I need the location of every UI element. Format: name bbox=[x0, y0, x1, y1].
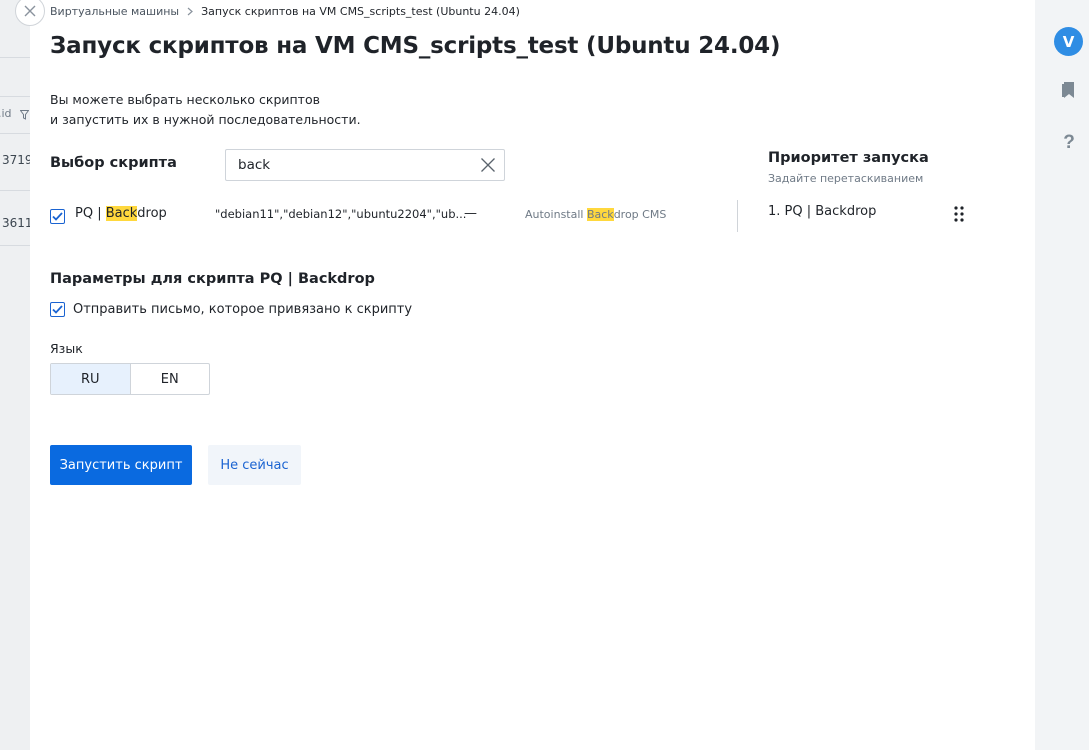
description: Вы можете выбрать несколько скриптов и з… bbox=[50, 90, 361, 130]
script-empty-value: — bbox=[464, 206, 477, 221]
column-header-id: .id bbox=[0, 107, 12, 120]
bookmark-icon[interactable] bbox=[1061, 81, 1077, 99]
divider bbox=[0, 190, 30, 191]
breadcrumb-item-current: Запуск скриптов на VM CMS_scripts_test (… bbox=[201, 5, 520, 18]
table-row: 3611 bbox=[2, 216, 30, 230]
priority-title: Приоритет запуска bbox=[768, 150, 929, 166]
drag-handle-icon[interactable] bbox=[952, 205, 966, 223]
send-email-label: Отправить письмо, которое привязано к ск… bbox=[73, 302, 413, 317]
script-select-label: Выбор скрипта bbox=[50, 155, 177, 171]
divider bbox=[0, 57, 30, 58]
script-search-input[interactable]: back bbox=[225, 149, 505, 181]
language-label: Язык bbox=[50, 341, 83, 356]
priority-hint: Задайте перетаскиванием bbox=[768, 172, 924, 185]
clear-search-button[interactable] bbox=[472, 150, 504, 180]
page-title: Запуск скриптов на VM CMS_scripts_test (… bbox=[50, 33, 781, 59]
divider bbox=[737, 200, 738, 232]
avatar[interactable]: V bbox=[1054, 27, 1083, 56]
not-now-button[interactable]: Не сейчас bbox=[208, 445, 301, 485]
close-button[interactable] bbox=[15, 0, 45, 26]
description-line: и запустить их в нужной последовательнос… bbox=[50, 112, 361, 127]
description-line: Вы можете выбрать несколько скриптов bbox=[50, 92, 320, 107]
breadcrumb: Виртуальные машины Запуск скриптов на VM… bbox=[50, 5, 520, 18]
priority-list-item: 1. PQ | Backdrop bbox=[768, 204, 877, 219]
table-row: 3719 bbox=[2, 153, 30, 167]
language-option-en[interactable]: EN bbox=[131, 364, 210, 394]
language-selector: RU EN bbox=[50, 363, 210, 395]
search-match-highlight: Back bbox=[105, 206, 138, 221]
divider bbox=[0, 133, 30, 134]
search-match-highlight: Back bbox=[586, 208, 614, 221]
script-list-item: PQ | Backdrop "debian11","debian12","ubu… bbox=[50, 201, 740, 231]
run-script-button[interactable]: Запустить скрипт bbox=[50, 445, 192, 485]
script-checkbox[interactable] bbox=[50, 208, 65, 224]
script-os-list: "debian11","debian12","ubuntu2204","ub..… bbox=[215, 207, 467, 221]
send-email-checkbox[interactable] bbox=[50, 302, 65, 317]
run-scripts-modal: Виртуальные машины Запуск скриптов на VM… bbox=[15, 0, 1035, 750]
divider bbox=[0, 245, 30, 246]
script-description-suffix: drop CMS bbox=[613, 208, 667, 221]
language-option-ru[interactable]: RU bbox=[51, 364, 131, 394]
right-rail: V ? bbox=[1035, 0, 1089, 750]
script-description: Autoinstall Backdrop CMS bbox=[525, 208, 666, 221]
breadcrumb-item-vms[interactable]: Виртуальные машины bbox=[50, 5, 179, 18]
params-title: Параметры для скрипта PQ | Backdrop bbox=[50, 271, 375, 287]
script-description-prefix: Autoinstall bbox=[525, 208, 587, 221]
divider bbox=[0, 96, 30, 97]
svg-text:?: ? bbox=[1063, 132, 1075, 151]
search-value: back bbox=[238, 157, 271, 173]
help-icon[interactable]: ? bbox=[1062, 131, 1076, 151]
filter-icon bbox=[20, 110, 29, 120]
script-name-suffix: drop bbox=[137, 206, 167, 221]
checkmark-icon bbox=[52, 305, 63, 314]
script-name-prefix: PQ | bbox=[75, 206, 106, 221]
close-icon bbox=[481, 158, 495, 172]
send-email-option[interactable]: Отправить письмо, которое привязано к ск… bbox=[50, 302, 412, 317]
background-page: .id 3719 3611 bbox=[0, 0, 30, 750]
script-name[interactable]: PQ | Backdrop bbox=[75, 206, 167, 221]
close-icon bbox=[24, 5, 36, 17]
checkmark-icon bbox=[52, 211, 63, 221]
chevron-right-icon bbox=[187, 7, 194, 16]
